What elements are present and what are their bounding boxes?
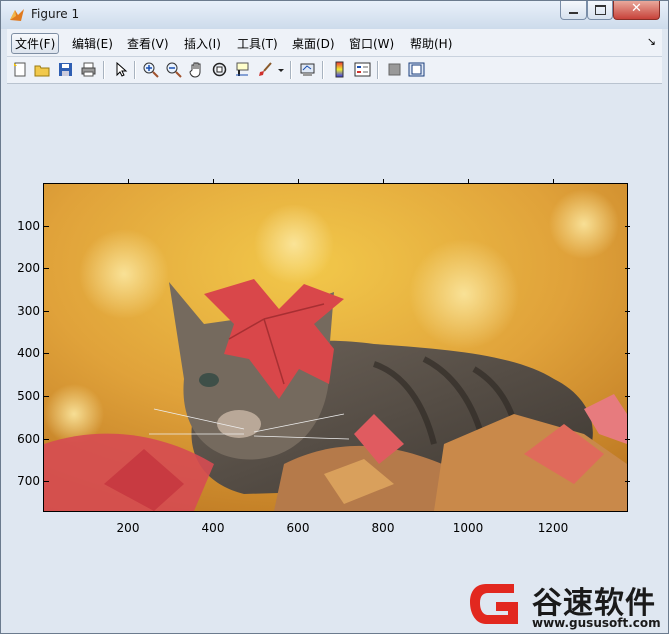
y-tick-right [625, 311, 630, 312]
open-file-icon[interactable] [34, 61, 51, 78]
zoom-out-icon[interactable] [165, 61, 182, 78]
pan-icon[interactable] [188, 61, 205, 78]
y-tick-label: 100 [17, 219, 40, 233]
maximize-icon [588, 2, 612, 15]
x-tick-label: 1000 [452, 521, 484, 535]
y-tick-right [625, 353, 630, 354]
x-tick-top [468, 179, 469, 184]
minimize-button[interactable] [560, 1, 587, 20]
menu-help[interactable]: 帮助(H) [406, 33, 456, 54]
brush-dropdown-icon[interactable] [277, 61, 285, 78]
y-tick-right [625, 439, 630, 440]
menu-dock-arrow-icon[interactable]: ↘ [647, 35, 656, 48]
y-tick-label: 600 [17, 432, 40, 446]
x-tick-top [298, 179, 299, 184]
menu-file[interactable]: 文件(F) [11, 33, 60, 54]
show-plot-tools-icon[interactable] [408, 61, 425, 78]
y-tick [44, 396, 49, 397]
watermark-url: www.gususoft.com [532, 616, 661, 630]
rotate-3d-icon[interactable] [211, 61, 228, 78]
y-tick-label: 300 [17, 304, 40, 318]
menu-view[interactable]: 查看(V) [123, 33, 173, 54]
close-button[interactable]: ✕ [613, 1, 660, 20]
x-tick-label: 1200 [537, 521, 569, 535]
title-bar[interactable]: Figure 1 ✕ [1, 1, 668, 29]
menu-insert[interactable]: 插入(I) [180, 33, 225, 54]
toolbar-separator [134, 61, 136, 79]
menu-desktop[interactable]: 桌面(D) [288, 33, 339, 54]
y-tick [44, 481, 49, 482]
y-tick-right [625, 396, 630, 397]
y-tick [44, 353, 49, 354]
pointer-icon[interactable] [112, 61, 129, 78]
colorbar-icon[interactable] [331, 61, 348, 78]
menu-window[interactable]: 窗口(W) [345, 33, 398, 54]
figure-toolbar [7, 57, 662, 84]
x-tick-top [213, 179, 214, 184]
y-tick [44, 439, 49, 440]
hide-plot-tools-icon[interactable] [386, 61, 403, 78]
x-tick-label: 800 [371, 521, 395, 535]
save-icon[interactable] [57, 61, 74, 78]
toolbar-separator [290, 61, 292, 79]
brush-icon[interactable] [257, 61, 274, 78]
minimize-icon [561, 2, 586, 14]
x-tick-label: 400 [201, 521, 225, 535]
y-tick-label: 400 [17, 346, 40, 360]
x-tick-label: 600 [286, 521, 310, 535]
toolbar-separator [377, 61, 379, 79]
x-tick-top [553, 179, 554, 184]
close-icon: ✕ [631, 1, 642, 16]
y-tick [44, 311, 49, 312]
menu-edit[interactable]: 编辑(E) [68, 33, 117, 54]
matlab-icon [10, 9, 24, 21]
toolbar-separator [322, 61, 324, 79]
gususoft-logo-icon [470, 584, 518, 624]
y-tick-right [625, 268, 630, 269]
maximize-button[interactable] [587, 1, 613, 20]
link-plot-icon[interactable] [299, 61, 316, 78]
cat-photo [44, 184, 627, 511]
y-tick-label: 500 [17, 389, 40, 403]
x-tick-label: 200 [116, 521, 140, 535]
y-tick [44, 268, 49, 269]
menu-tools[interactable]: 工具(T) [233, 33, 282, 54]
window-title: Figure 1 [31, 7, 80, 21]
y-tick-label: 700 [17, 474, 40, 488]
data-cursor-icon[interactable] [234, 61, 251, 78]
menu-bar: 文件(F) 编辑(E) 查看(V) 插入(I) 工具(T) 桌面(D) 窗口(W… [7, 29, 662, 57]
image-axes[interactable] [43, 183, 628, 512]
new-figure-icon[interactable] [12, 61, 29, 78]
zoom-in-icon[interactable] [142, 61, 159, 78]
print-icon[interactable] [80, 61, 97, 78]
toolbar-separator [103, 61, 105, 79]
y-tick-label: 200 [17, 261, 40, 275]
y-tick-right [625, 481, 630, 482]
y-tick [44, 226, 49, 227]
y-tick-right [625, 226, 630, 227]
x-tick-top [383, 179, 384, 184]
x-tick-top [128, 179, 129, 184]
legend-icon[interactable] [354, 61, 371, 78]
